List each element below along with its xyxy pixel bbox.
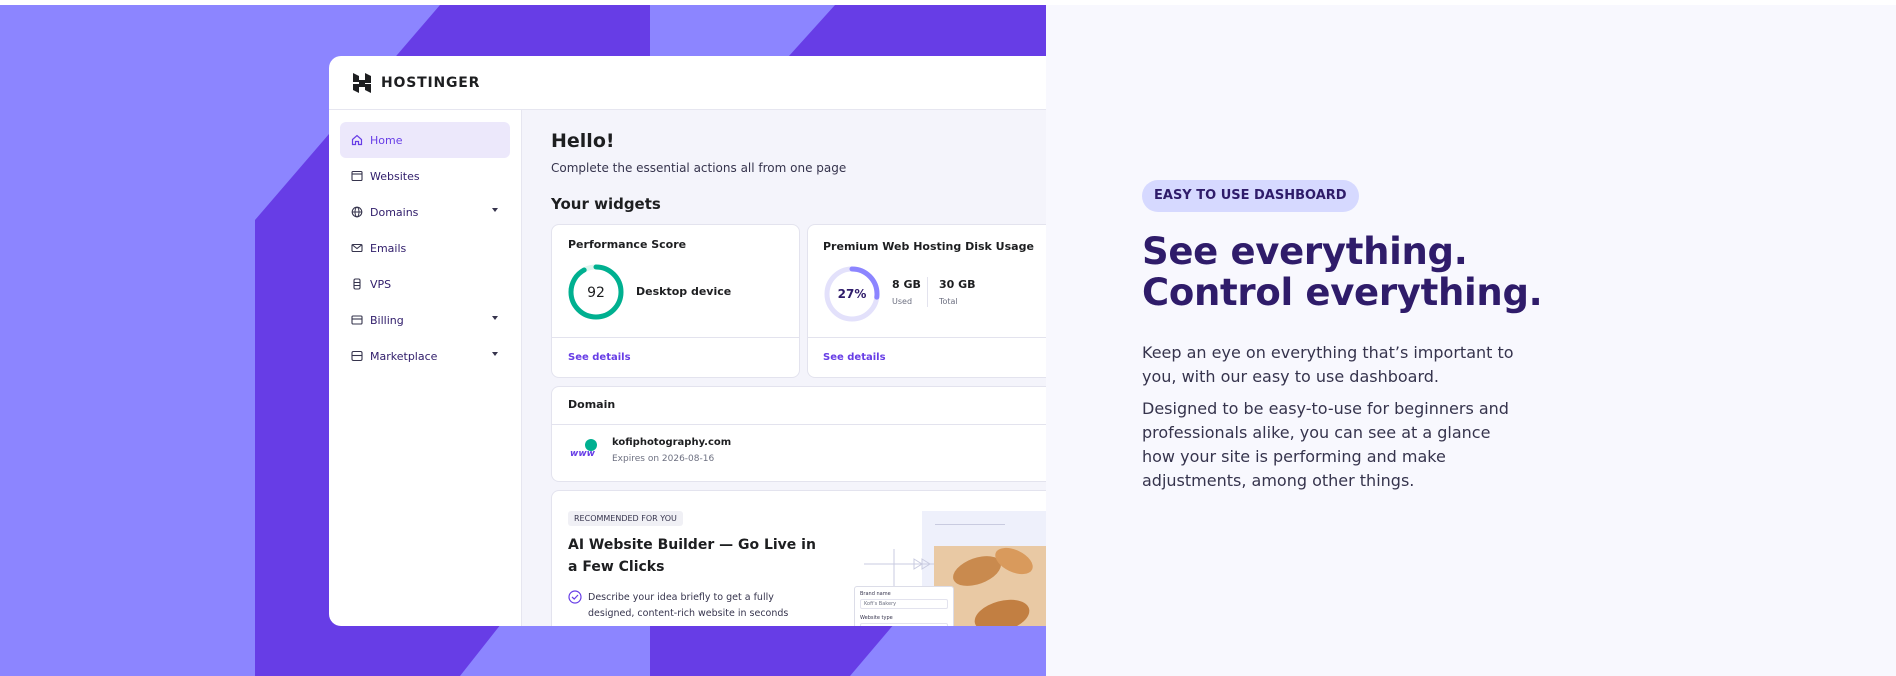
sidebar-item-label: Websites	[370, 169, 420, 183]
performance-score-card: Performance Score 92 Desktop device See …	[551, 224, 800, 378]
hero-panel: HOSTINGER Home Websites Domains Emails V…	[0, 5, 1046, 676]
sidebar-item-label: Domains	[370, 205, 419, 219]
sidebar-item-emails[interactable]: Emails	[340, 230, 510, 266]
domain-name[interactable]: kofiphotography.com	[612, 437, 731, 448]
sidebar-item-vps[interactable]: VPS	[340, 266, 510, 302]
chevron-down-icon	[492, 208, 498, 212]
form-input-brand: Kofi's Bakery	[860, 599, 948, 609]
disk-total-label: Total	[939, 297, 958, 306]
sidebar-item-label: VPS	[370, 277, 392, 291]
feature-headline: See everything. Control everything.	[1142, 231, 1702, 313]
card-divider	[552, 337, 799, 338]
performance-card-title: Performance Score	[568, 238, 687, 251]
globe-icon	[350, 205, 364, 219]
disk-usage-percent: 27%	[838, 287, 867, 301]
brand-name: HOSTINGER	[381, 74, 481, 91]
server-icon	[350, 277, 364, 291]
disk-stat-divider	[927, 277, 928, 307]
card-icon	[350, 313, 364, 327]
performance-see-details-link[interactable]: See details	[568, 352, 631, 363]
disk-total-value: 30 GB	[939, 278, 976, 291]
disk-card-title: Premium Web Hosting Disk Usage	[823, 240, 1034, 253]
store-icon	[350, 349, 364, 363]
recommendation-tag: RECOMMENDED FOR YOU	[568, 511, 683, 526]
form-label-brand: Brand name	[860, 591, 891, 597]
greeting-title: Hello!	[551, 130, 615, 152]
chevron-down-icon	[492, 316, 498, 320]
sidebar-item-label: Billing	[370, 313, 404, 327]
domain-card-title: Domain	[568, 398, 616, 411]
form-mockup: Brand name Kofi's Bakery Website type	[854, 586, 954, 626]
feature-badge: EASY TO USE DASHBOARD	[1142, 180, 1359, 212]
recommendation-title: AI Website Builder — Go Live in a Few Cl…	[568, 537, 816, 575]
card-divider	[552, 424, 1046, 425]
check-circle-icon	[568, 590, 582, 604]
disk-used-value: 8 GB	[892, 278, 921, 291]
sidebar: Home Websites Domains Emails VPS Billing…	[329, 110, 522, 626]
sidebar-item-label: Emails	[370, 241, 407, 255]
disk-see-details-link[interactable]: See details	[823, 352, 886, 363]
card-divider	[808, 337, 1046, 338]
sidebar-item-marketplace[interactable]: Marketplace	[340, 338, 510, 374]
sidebar-item-home[interactable]: Home	[340, 122, 510, 158]
chevron-down-icon	[492, 352, 498, 356]
greeting-subtitle: Complete the essential actions all from …	[551, 161, 847, 175]
flow-diagram-icon	[864, 549, 934, 589]
home-icon	[350, 133, 364, 147]
croissant-shape	[971, 594, 1033, 626]
feature-paragraph-2: Designed to be easy-to-use for beginners…	[1142, 399, 1509, 490]
sidebar-item-websites[interactable]: Websites	[340, 158, 510, 194]
feature-paragraph-1: Keep an eye on everything that’s importa…	[1142, 343, 1514, 386]
form-label-type: Website type	[860, 615, 893, 621]
feature-description-panel: EASY TO USE DASHBOARD See everything. Co…	[1046, 5, 1896, 676]
sidebar-item-label: Marketplace	[370, 349, 438, 363]
disk-used-label: Used	[892, 297, 913, 306]
headline-line-2: Control everything.	[1142, 271, 1543, 314]
croissant-shape	[991, 546, 1037, 580]
dashboard-window: HOSTINGER Home Websites Domains Emails V…	[329, 56, 1046, 626]
disk-usage-card: Premium Web Hosting Disk Usage 27% 8 GB …	[807, 224, 1046, 378]
performance-score-gauge: 92	[568, 264, 624, 320]
domain-card: Domain www kofiphotography.com Expires o…	[551, 386, 1046, 482]
dashboard-main: Hello! Complete the essential actions al…	[522, 110, 1046, 626]
mail-icon	[350, 241, 364, 255]
hostinger-logo-icon	[353, 72, 371, 93]
domain-expiry: Expires on 2026-08-16	[612, 454, 715, 464]
illustration-line	[935, 524, 1005, 525]
form-input-type	[860, 623, 948, 626]
widgets-title: Your widgets	[551, 195, 661, 213]
recommendation-card: RECOMMENDED FOR YOU AI Website Builder —…	[551, 490, 1046, 626]
website-builder-illustration: Brand name Kofi's Bakery Website type	[852, 511, 1046, 626]
disk-usage-gauge: 27%	[824, 266, 880, 322]
browser-icon	[350, 169, 364, 183]
sidebar-item-domains[interactable]: Domains	[340, 194, 510, 230]
domain-status-dot	[585, 439, 597, 451]
headline-line-1: See everything.	[1142, 230, 1468, 273]
www-domain-icon: www	[570, 439, 598, 465]
recommendation-bullet: Describe your idea briefly to get a full…	[588, 592, 789, 619]
sidebar-item-label: Home	[370, 133, 403, 147]
dashboard-header: HOSTINGER	[329, 56, 1046, 110]
sidebar-item-billing[interactable]: Billing	[340, 302, 510, 338]
performance-device-label: Desktop device	[636, 285, 732, 298]
performance-score-value: 92	[587, 285, 605, 301]
